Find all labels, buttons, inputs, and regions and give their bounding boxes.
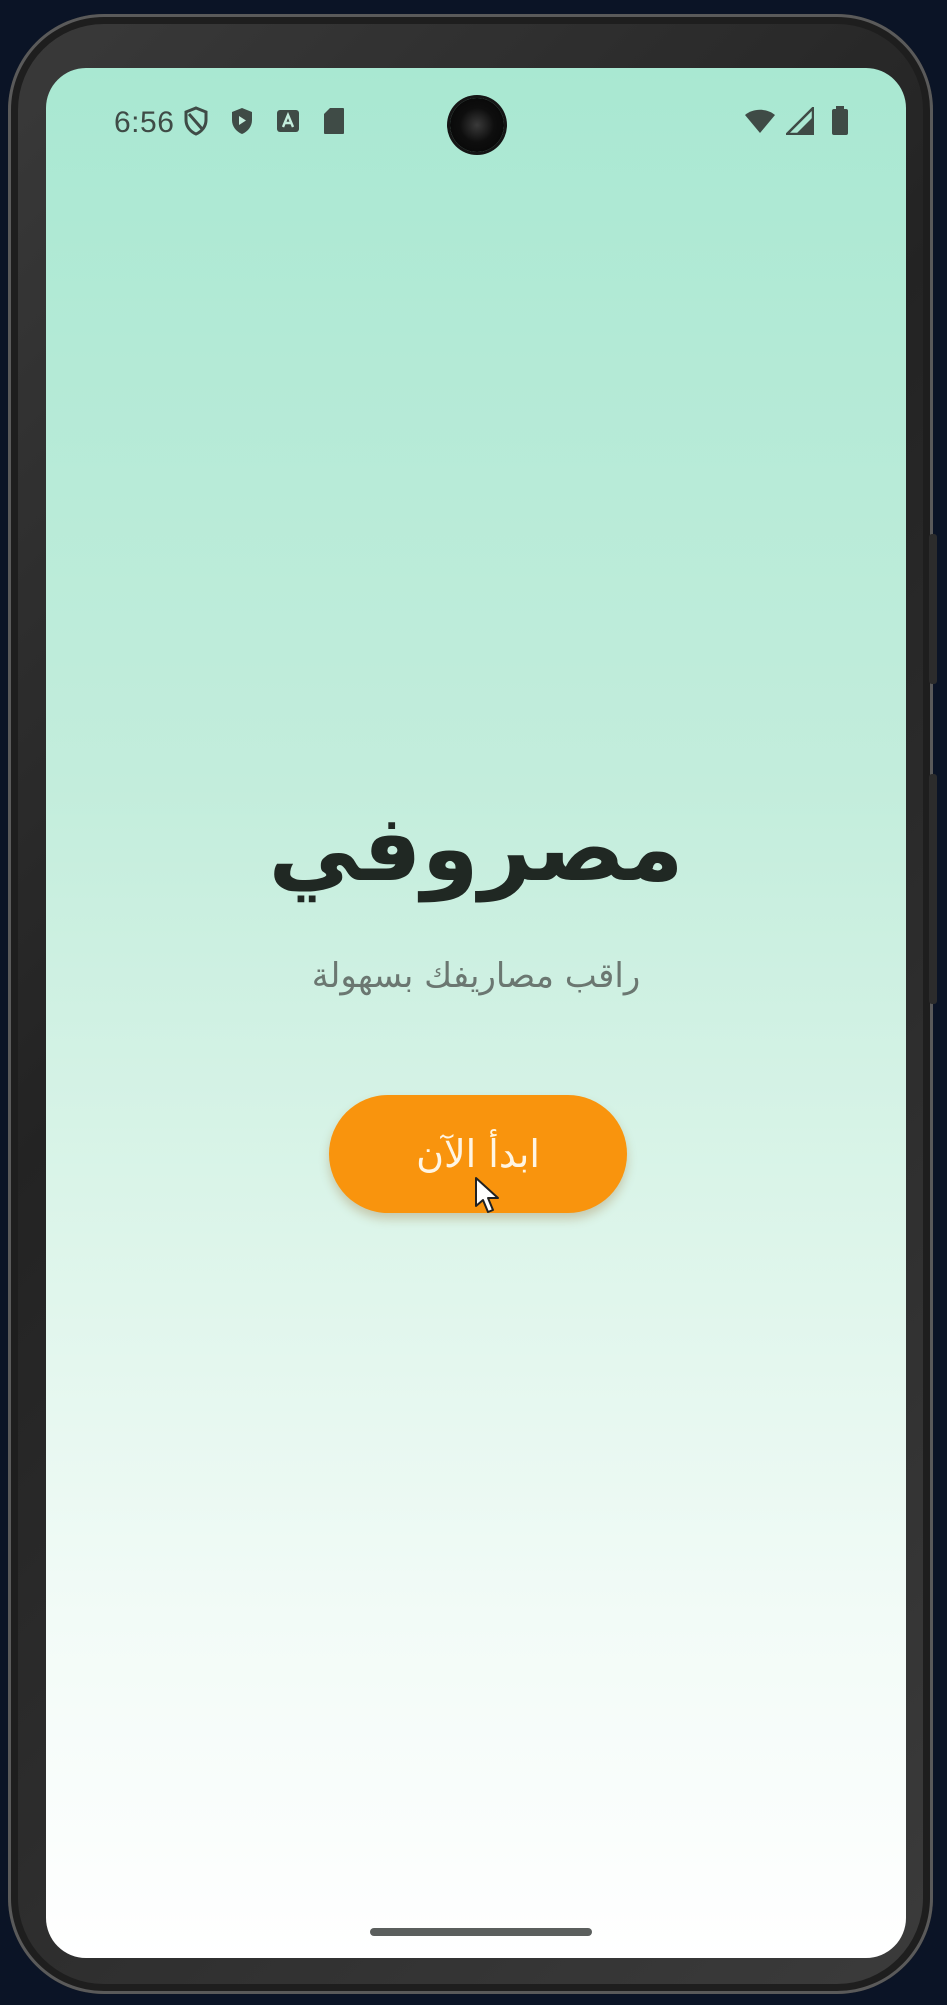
- device-mockup: 6:56 مصروفي راقب مصاريفك بسهولة ابدأ الآ…: [0, 0, 947, 2005]
- power-button: [929, 774, 937, 1004]
- mouse-pointer-icon: [475, 1177, 499, 1213]
- app-subtitle: راقب مصاريفك بسهولة: [311, 956, 641, 996]
- volume-button: [929, 534, 937, 684]
- phone-screen: 6:56 مصروفي راقب مصاريفك بسهولة ابدأ الآ…: [46, 68, 906, 1958]
- phone-frame: 6:56 مصروفي راقب مصاريفك بسهولة ابدأ الآ…: [8, 14, 937, 1994]
- app-title: مصروفي: [268, 795, 684, 902]
- welcome-content: مصروفي راقب مصاريفك بسهولة ابدأ الآن: [46, 68, 906, 1958]
- home-indicator[interactable]: [370, 1928, 592, 1936]
